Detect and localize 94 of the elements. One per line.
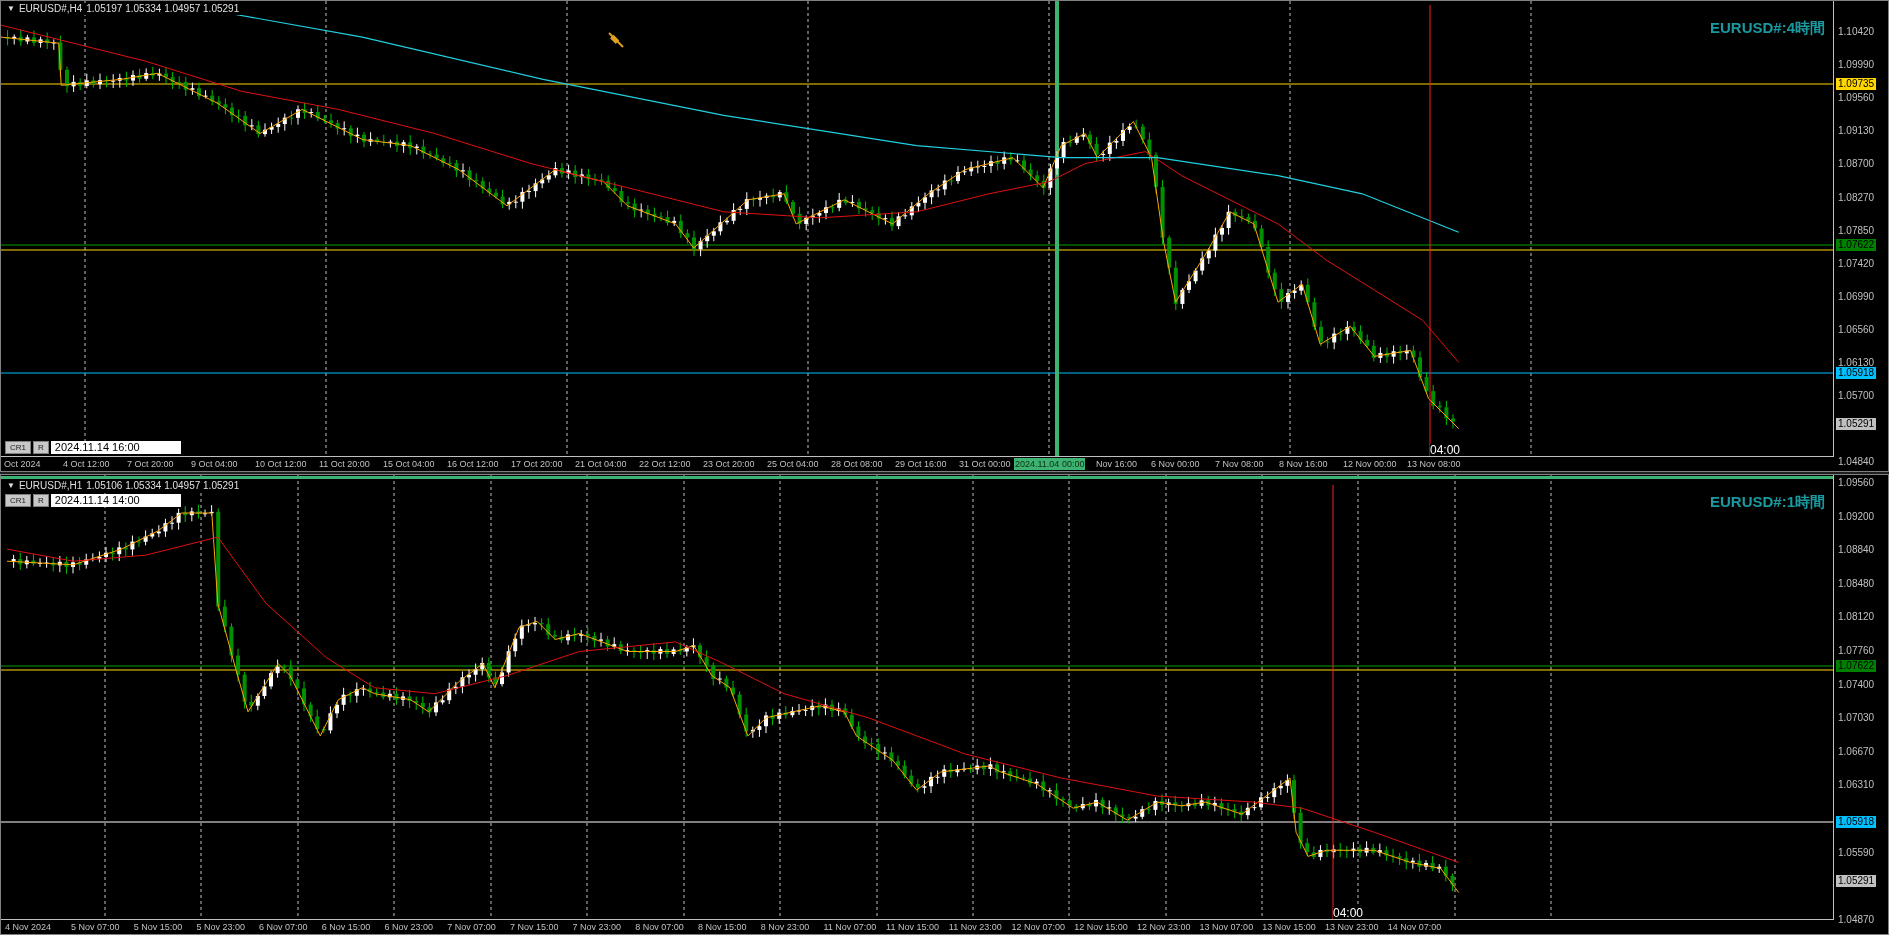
- time-label: 25 Oct 04:00: [766, 458, 820, 470]
- time-label: 12 Nov 23:00: [1135, 921, 1192, 933]
- time-label: 11 Nov 07:00: [822, 921, 878, 933]
- time-label: 11 Nov 23:00: [947, 921, 1003, 933]
- price-tick: 1.06990: [1838, 291, 1875, 302]
- time-label: 21 Oct 04:00: [574, 458, 628, 470]
- time-label: 8 Nov 15:00: [697, 921, 748, 933]
- price-tick: 1.09560: [1838, 93, 1875, 104]
- time-label: 17 Oct 20:00: [510, 458, 564, 470]
- price-marker: 1.09735: [1836, 78, 1877, 90]
- price-tick: 1.09560: [1838, 478, 1875, 488]
- price-tick: 1.04840: [1838, 457, 1875, 468]
- time-label: 28 Oct 08:00: [830, 458, 884, 470]
- chart-button[interactable]: CR1: [5, 494, 31, 507]
- time-label: 6 Nov 23:00: [383, 921, 435, 933]
- time-label: 16 Oct 12:00: [446, 458, 500, 470]
- time-label: 13 Nov 08:00: [1406, 458, 1462, 470]
- price-tick: 1.04870: [1838, 914, 1875, 925]
- menu-arrow[interactable]: ▼: [7, 480, 15, 492]
- crosshair-time: 04:00: [1430, 444, 1461, 456]
- time-label: 6 Nov 15:00: [320, 921, 372, 933]
- time-label: 7 Nov 08:00: [1214, 458, 1265, 470]
- time-label: Oct 2024: [3, 458, 42, 470]
- price-tick: 1.07030: [1838, 713, 1875, 724]
- price-tick: 1.08120: [1838, 612, 1875, 623]
- time-label: 14 Nov 07:00: [1386, 921, 1443, 933]
- price-tick: 1.08480: [1838, 578, 1875, 589]
- time-label: 13 Nov 23:00: [1324, 921, 1380, 933]
- price-tick: 1.08270: [1838, 192, 1875, 203]
- chart-symbol: EURUSD#,H4: [18, 3, 83, 15]
- price-tick: 1.10420: [1838, 27, 1875, 37]
- price-marker: 1.05918: [1836, 816, 1877, 828]
- price-tick: 1.07420: [1838, 258, 1875, 269]
- chart-title: EURUSD#:1時間: [1709, 492, 1825, 512]
- menu-arrow[interactable]: ▼: [7, 3, 15, 15]
- price-tick: 1.06130: [1838, 358, 1875, 368]
- time-label: 23 Oct 20:00: [702, 458, 756, 470]
- time-label: 2024.11.04 00:00: [1014, 458, 1086, 470]
- time-label: 7 Oct 20:00: [126, 458, 175, 470]
- time-label: 13 Nov 15:00: [1261, 921, 1317, 933]
- crosshair-time: 04:00: [1333, 907, 1364, 919]
- price-tick: 1.06560: [1838, 324, 1875, 335]
- time-label: 31 Oct 00:00: [958, 458, 1012, 470]
- time-label: 6 Nov 00:00: [1150, 458, 1201, 470]
- time-label: 6 Nov 07:00: [258, 921, 309, 933]
- time-label: 12 Nov 15:00: [1073, 921, 1129, 933]
- time-label: 11 Nov 15:00: [885, 921, 940, 933]
- price-tick: 1.05590: [1838, 847, 1875, 858]
- price-tick: 1.07400: [1838, 679, 1875, 690]
- time-label: 5 Nov 15:00: [132, 921, 184, 933]
- chart-button[interactable]: CR1: [5, 441, 31, 454]
- time-label: 12 Nov 00:00: [1342, 458, 1398, 470]
- price-marker: 1.05291: [1836, 875, 1877, 887]
- ohlc-values: 1.05197 1.05334 1.04957 1.05291: [86, 3, 240, 15]
- price-tick: 1.07850: [1838, 225, 1875, 236]
- price-marker: 1.07622: [1836, 239, 1877, 251]
- price-marker: 1.05291: [1836, 418, 1877, 430]
- time-label: 15 Oct 04:00: [382, 458, 436, 470]
- time-label: 7 Nov 07:00: [446, 921, 497, 933]
- time-label: 7 Nov 23:00: [571, 921, 623, 933]
- price-tick: 1.09200: [1838, 511, 1875, 522]
- chart-button[interactable]: R: [33, 441, 49, 454]
- price-tick: 1.07760: [1838, 646, 1875, 656]
- price-tick: 1.08840: [1838, 545, 1875, 556]
- price-tick: 1.09990: [1838, 60, 1875, 71]
- chart-symbol: EURUSD#,H1: [18, 480, 83, 492]
- time-label: 5 Nov 07:00: [70, 921, 121, 933]
- time-label: 5 Nov 23:00: [195, 921, 246, 933]
- chart-button[interactable]: R: [33, 494, 49, 507]
- date-box: 2024.11.14 14:00: [50, 494, 181, 507]
- time-label: 11 Oct 20:00: [318, 458, 371, 470]
- date-box: 2024.11.14 16:00: [50, 441, 181, 454]
- time-label: 7 Nov 15:00: [508, 921, 560, 933]
- price-tick: 1.09130: [1838, 126, 1875, 137]
- price-tick: 1.06670: [1838, 746, 1875, 757]
- ohlc-values: 1.05106 1.05334 1.04957 1.05291: [86, 480, 240, 492]
- time-label: 29 Oct 16:00: [894, 458, 948, 470]
- time-label: 10 Oct 12:00: [254, 458, 308, 470]
- time-label: 8 Nov 23:00: [759, 921, 811, 933]
- time-label: 13 Nov 07:00: [1198, 921, 1255, 933]
- time-label: 4 Oct 12:00: [62, 458, 111, 470]
- time-label: 4 Nov 2024: [4, 921, 53, 933]
- price-marker: 1.05918: [1836, 367, 1877, 379]
- time-label: 9 Oct 04:00: [190, 458, 239, 470]
- time-label: 12 Nov 07:00: [1010, 921, 1067, 933]
- price-tick: 1.06310: [1838, 780, 1875, 791]
- time-label: 8 Nov 16:00: [1278, 458, 1329, 470]
- price-tick: 1.08700: [1838, 159, 1875, 170]
- time-label: 8 Nov 07:00: [634, 921, 685, 933]
- time-label: 22 Oct 12:00: [638, 458, 692, 470]
- chart-title: EURUSD#:4時間: [1709, 18, 1825, 38]
- price-marker: 1.07622: [1836, 660, 1877, 672]
- price-tick: 1.05700: [1838, 391, 1875, 402]
- time-label: Nov 16:00: [1095, 458, 1139, 470]
